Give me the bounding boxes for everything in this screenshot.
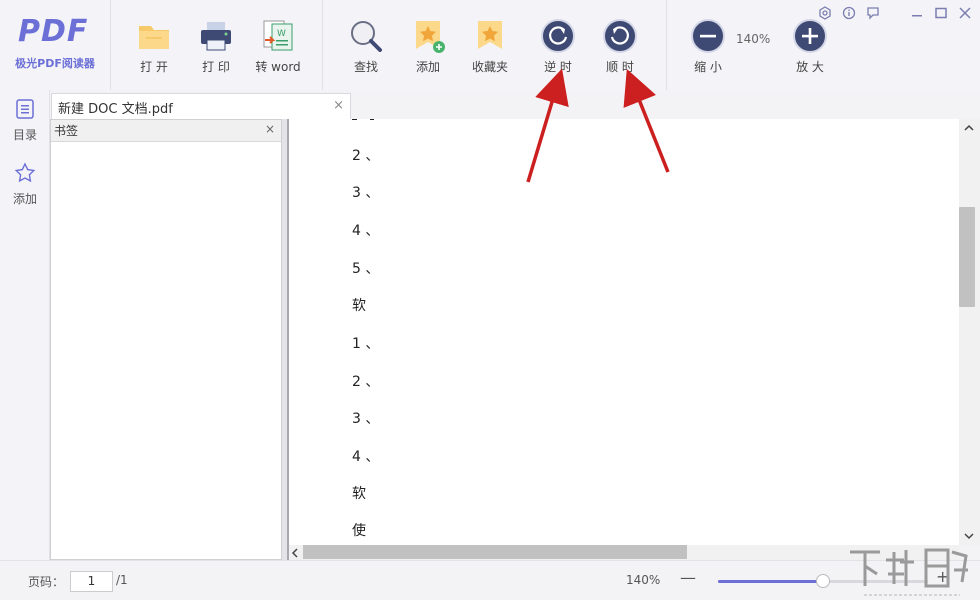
rotate-cw-button[interactable]: 顺 时 bbox=[590, 18, 650, 75]
toolbar: PDF 极光PDF阅读器 打 开 打 印 W 转 word 查找 添加 收藏夹 … bbox=[0, 0, 980, 90]
to-word-button[interactable]: W 转 word bbox=[248, 18, 308, 75]
zoom-slider-knob[interactable] bbox=[816, 574, 830, 588]
bookmark-close-icon[interactable]: × bbox=[265, 122, 275, 136]
document-line: 软 bbox=[352, 298, 366, 314]
feedback-icon[interactable] bbox=[866, 6, 880, 24]
document-line: 3 、 bbox=[352, 185, 380, 201]
list-icon bbox=[0, 98, 50, 124]
zoom-out-label: 缩 小 bbox=[694, 60, 722, 74]
app-logo: PDF 极光PDF阅读器 bbox=[0, 0, 110, 90]
find-label: 查找 bbox=[353, 60, 378, 74]
rail-toc-label: 目录 bbox=[12, 128, 37, 142]
rotate-cw-label: 顺 时 bbox=[606, 60, 634, 74]
zoom-out-minus-icon[interactable]: — bbox=[680, 568, 696, 587]
minimize-icon[interactable] bbox=[910, 6, 924, 24]
rail-item-toc[interactable]: 目录 bbox=[0, 98, 50, 143]
document-line: 4 、 bbox=[352, 449, 380, 465]
printer-icon bbox=[198, 18, 234, 54]
toolbar-divider bbox=[110, 0, 111, 90]
bookmark-panel-title: 书签 bbox=[54, 124, 79, 138]
rotate-cw-icon bbox=[602, 18, 638, 54]
info-icon[interactable] bbox=[842, 6, 856, 24]
vertical-scroll-thumb[interactable] bbox=[959, 207, 975, 307]
page-label: 页码： bbox=[28, 575, 65, 589]
magnifier-icon bbox=[348, 18, 384, 54]
document-line: 3 、 bbox=[352, 411, 380, 427]
logo-mark: PDF bbox=[18, 14, 89, 49]
word-convert-icon: W bbox=[260, 18, 296, 54]
status-bar: 页码： 1 /1 140% — + bbox=[0, 560, 980, 600]
print-button[interactable]: 打 印 bbox=[186, 18, 246, 75]
tab-document[interactable]: 新建 DOC 文档.pdf × bbox=[51, 93, 351, 119]
minus-circle-icon bbox=[690, 18, 726, 54]
zoom-in-plus-icon[interactable]: + bbox=[936, 567, 949, 586]
zoom-in-button[interactable]: 放 大 bbox=[780, 18, 840, 75]
folder-icon bbox=[136, 18, 172, 54]
document-line: 使 bbox=[352, 523, 366, 539]
scroll-down-arrow-icon[interactable] bbox=[964, 532, 974, 543]
zoom-out-button[interactable]: 缩 小 bbox=[678, 18, 738, 75]
status-zoom-level: 140% bbox=[626, 573, 661, 587]
toolbar-divider bbox=[322, 0, 323, 90]
document-line: 2 、 bbox=[352, 374, 380, 390]
document-line: 5 、 bbox=[352, 261, 380, 277]
favorites-button[interactable]: 收藏夹 bbox=[460, 18, 520, 75]
star-icon bbox=[0, 162, 50, 188]
toolbar-zoom-level: 140% bbox=[736, 32, 771, 46]
logo-text: 极光PDF阅读器 bbox=[15, 57, 95, 70]
panel-splitter[interactable] bbox=[282, 119, 289, 560]
horizontal-scroll-thumb[interactable] bbox=[303, 545, 687, 559]
maximize-icon[interactable] bbox=[934, 6, 948, 24]
print-label: 打 印 bbox=[202, 60, 230, 74]
favorites-label: 收藏夹 bbox=[471, 60, 508, 74]
close-window-icon[interactable] bbox=[958, 6, 972, 24]
document-view[interactable]: 2 、 3 、 4 、 5 、 软 1 、 2 、 3 、 4 、 软 使 bbox=[289, 119, 959, 545]
star-bookmark-icon bbox=[472, 18, 508, 54]
to-word-label: 转 word bbox=[255, 60, 301, 74]
document-line: 1 、 bbox=[352, 336, 380, 352]
document-line: 4 、 bbox=[352, 223, 380, 239]
bookmark-panel: 书签 × bbox=[50, 119, 282, 560]
rotate-ccw-icon bbox=[540, 18, 576, 54]
page-number-input[interactable]: 1 bbox=[70, 571, 113, 592]
settings-icon[interactable] bbox=[818, 6, 832, 24]
toolbar-divider bbox=[666, 0, 667, 90]
rotate-ccw-button[interactable]: 逆 时 bbox=[528, 18, 588, 75]
rail-add-label: 添加 bbox=[12, 192, 37, 206]
zoom-in-label: 放 大 bbox=[796, 60, 824, 74]
left-rail: 目录 添加 bbox=[0, 90, 50, 560]
bookmark-panel-header: 书签 × bbox=[51, 120, 281, 142]
find-button[interactable]: 查找 bbox=[336, 18, 396, 75]
rotate-ccw-label: 逆 时 bbox=[544, 60, 572, 74]
add-label: 添加 bbox=[415, 60, 440, 74]
scroll-up-arrow-icon[interactable] bbox=[964, 124, 974, 135]
svg-text:W: W bbox=[277, 29, 286, 39]
bookmark-add-icon bbox=[410, 18, 446, 54]
page-total: /1 bbox=[116, 573, 128, 587]
rail-item-add[interactable]: 添加 bbox=[0, 162, 50, 207]
tab-title: 新建 DOC 文档.pdf bbox=[58, 102, 173, 117]
open-label: 打 开 bbox=[140, 60, 168, 74]
open-button[interactable]: 打 开 bbox=[124, 18, 184, 75]
tab-close-icon[interactable]: × bbox=[333, 98, 344, 113]
document-line: 2 、 bbox=[352, 148, 380, 164]
vertical-scrollbar[interactable] bbox=[959, 119, 980, 545]
add-bookmark-button[interactable]: 添加 bbox=[398, 18, 458, 75]
document-line: 软 bbox=[352, 486, 366, 502]
document-line-clipped bbox=[352, 119, 382, 129]
zoom-slider-fill bbox=[718, 580, 823, 583]
